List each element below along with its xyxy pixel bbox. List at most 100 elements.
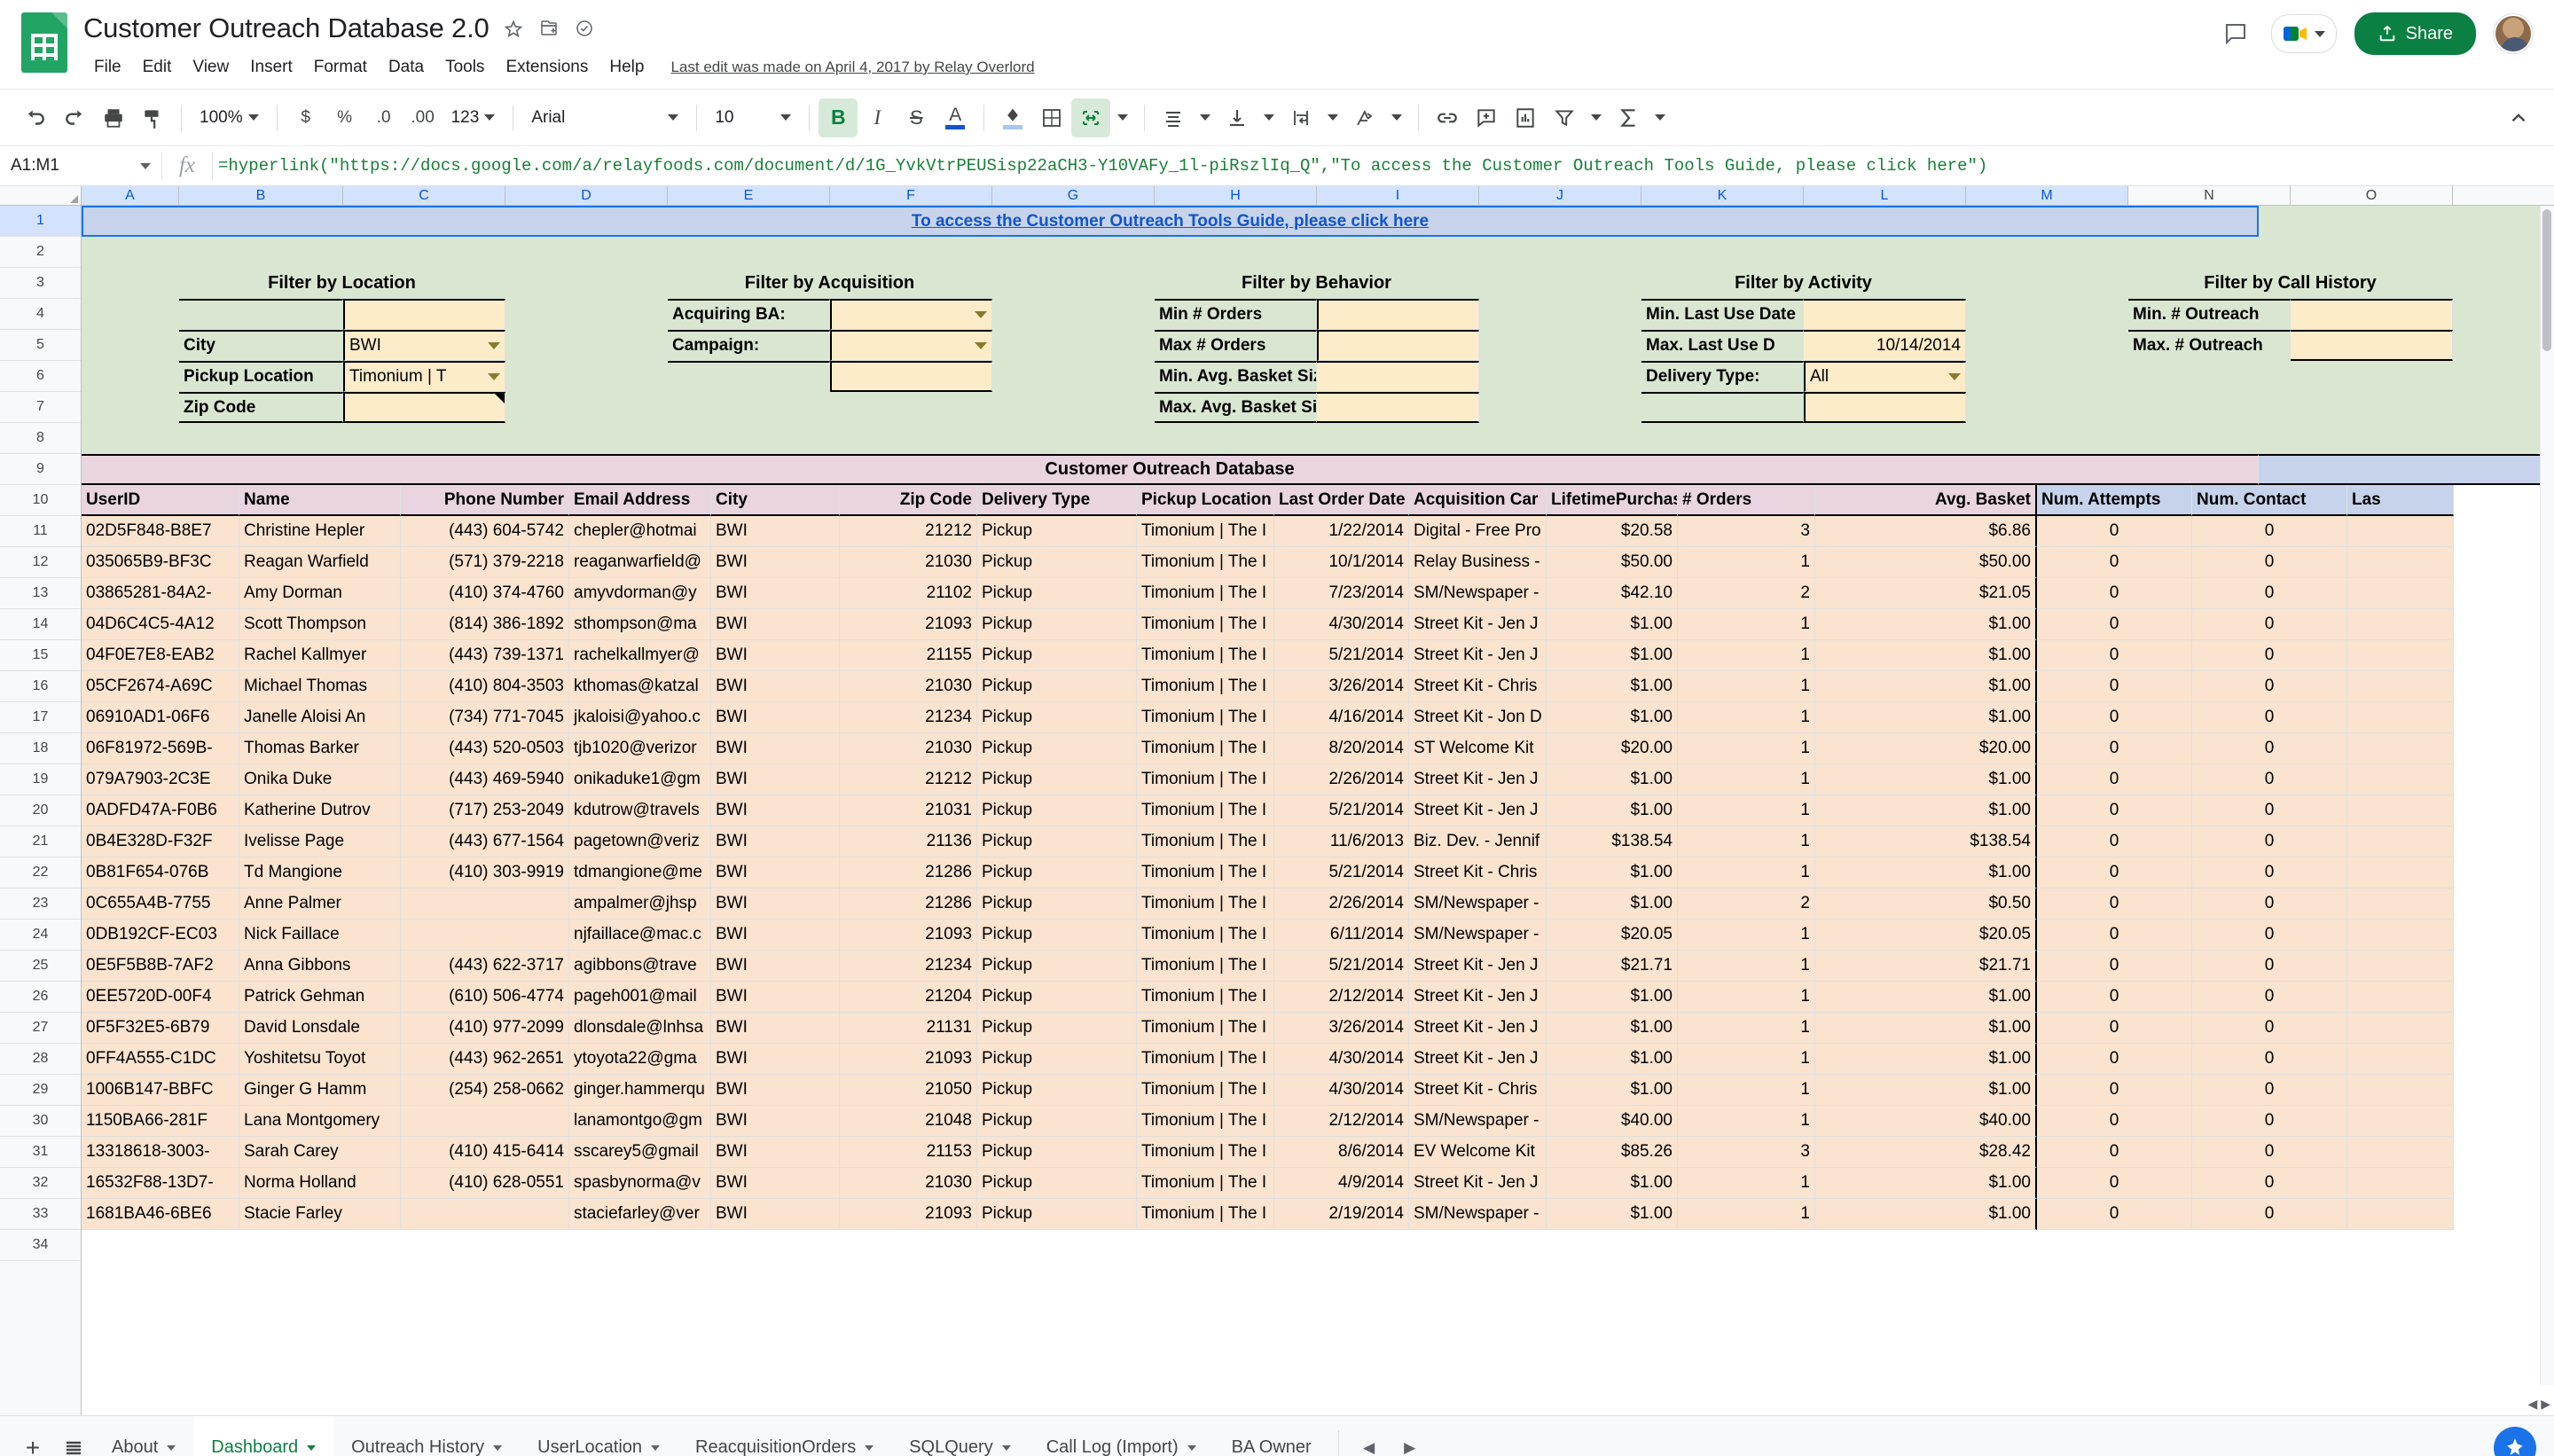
row-header-13[interactable]: 13 xyxy=(0,578,81,609)
borders-icon[interactable] xyxy=(1032,98,1071,137)
cell-delivery-type[interactable]: Pickup xyxy=(977,702,1137,733)
name-box[interactable]: A1:M1 xyxy=(0,146,161,185)
cell-userid[interactable]: 05CF2674-A69C xyxy=(82,671,239,702)
cell-acquisition[interactable]: SM/Newspaper - xyxy=(1409,920,1547,951)
cell-last[interactable] xyxy=(2347,764,2454,795)
cell-avg-basket[interactable]: $1.00 xyxy=(1815,764,2037,795)
cell-email[interactable]: reaganwarfield@ xyxy=(569,547,711,578)
cell-orders[interactable]: 1 xyxy=(1678,982,1815,1013)
menu-view[interactable]: View xyxy=(182,53,239,82)
cell-D5[interactable] xyxy=(505,330,668,361)
cell-last-order-date[interactable]: 3/26/2014 xyxy=(1274,1013,1409,1044)
cell-delivery-type[interactable]: Pickup xyxy=(977,826,1137,857)
cell-name[interactable]: David Lonsdale xyxy=(239,1013,401,1044)
row-header-1[interactable]: 1 xyxy=(0,206,81,237)
cell-email[interactable]: sscarey5@gmail xyxy=(569,1137,711,1168)
th-zipcode[interactable]: Zip Code xyxy=(840,485,977,516)
cell-pickup-location[interactable]: Timonium | The I xyxy=(1137,1013,1274,1044)
table-row[interactable]: 0B4E328D-F32F Ivelisse Page (443) 677-1564… xyxy=(82,826,2554,857)
cell-lifetime[interactable]: $1.00 xyxy=(1547,982,1678,1013)
th-email[interactable]: Email Address xyxy=(569,485,711,516)
table-row[interactable]: 06F81972-569B- Thomas Barker (443) 520-050… xyxy=(82,733,2554,764)
font-family-selector[interactable]: Arial xyxy=(522,98,687,137)
table-row[interactable]: 1150BA66-281F Lana Montgomery lanamontgo@g… xyxy=(82,1106,2554,1137)
cell-num-contact[interactable]: 0 xyxy=(2192,671,2347,702)
name-box-chevron-down-icon[interactable] xyxy=(140,162,151,169)
cell-name[interactable]: Amy Dorman xyxy=(239,578,401,609)
cell-num-contact[interactable]: 0 xyxy=(2192,857,2347,888)
cell-avg-basket[interactable]: $20.05 xyxy=(1815,920,2037,951)
row-header-20[interactable]: 20 xyxy=(0,795,81,826)
cell-phone[interactable]: (254) 258-0662 xyxy=(401,1075,569,1106)
cell-phone[interactable]: (410) 303-9919 xyxy=(401,857,569,888)
cell-acquisition[interactable]: Street Kit - Jen J xyxy=(1409,640,1547,671)
cell-phone[interactable]: (443) 622-3717 xyxy=(401,951,569,982)
cell-avg-basket[interactable]: $1.00 xyxy=(1815,1168,2037,1199)
cell-userid[interactable]: 04D6C4C5-4A12 xyxy=(82,609,239,640)
functions-chevron-down-icon[interactable] xyxy=(1648,98,1673,137)
cell-last-order-date[interactable]: 10/1/2014 xyxy=(1274,547,1409,578)
cell-pickup-location[interactable]: Timonium | The I xyxy=(1137,609,1274,640)
scroll-right-icon[interactable]: ▶ xyxy=(2541,1397,2550,1412)
cell-userid[interactable]: 06F81972-569B- xyxy=(82,733,239,764)
cell-last-order-date[interactable]: 8/6/2014 xyxy=(1274,1137,1409,1168)
th-last-order-date[interactable]: Last Order Date xyxy=(1274,485,1409,516)
cell-email[interactable]: sthompson@ma xyxy=(569,609,711,640)
cell-num-attempts[interactable]: 0 xyxy=(2037,640,2192,671)
cell-email[interactable]: njfaillace@mac.c xyxy=(569,920,711,951)
cell-avg-basket[interactable]: $1.00 xyxy=(1815,1199,2037,1230)
cell-acquisition[interactable]: Street Kit - Chris xyxy=(1409,671,1547,702)
cell-num-attempts[interactable]: 0 xyxy=(2037,1044,2192,1075)
cell-last-order-date[interactable]: 3/26/2014 xyxy=(1274,671,1409,702)
cell-city[interactable]: BWI xyxy=(711,888,840,920)
cloud-saved-icon[interactable] xyxy=(573,17,596,40)
table-row[interactable]: 0C655A4B-7755 Anne Palmer ampalmer@jhsp BWI… xyxy=(82,888,2554,920)
cell-phone[interactable]: (443) 604-5742 xyxy=(401,516,569,547)
cell-orders[interactable]: 1 xyxy=(1678,733,1815,764)
text-color-button[interactable]: A xyxy=(936,98,975,137)
print-icon[interactable] xyxy=(94,98,133,137)
cell-acquisition[interactable]: Relay Business - xyxy=(1409,547,1547,578)
row-header-24[interactable]: 24 xyxy=(0,920,81,951)
cell-name[interactable]: Christine Hepler xyxy=(239,516,401,547)
cell-email[interactable]: chepler@hotmai xyxy=(569,516,711,547)
document-title[interactable]: Customer Outreach Database 2.0 xyxy=(83,12,490,44)
cell-num-contact[interactable]: 0 xyxy=(2192,951,2347,982)
vertical-scrollbar-thumb[interactable] xyxy=(2542,209,2551,351)
cell-acquisition[interactable]: Digital - Free Pro xyxy=(1409,516,1547,547)
cell-email[interactable]: dlonsdale@lnhsa xyxy=(569,1013,711,1044)
cell-phone[interactable]: (443) 520-0503 xyxy=(401,733,569,764)
cell-pickup-location[interactable]: Timonium | The I xyxy=(1137,516,1274,547)
cell-city[interactable]: BWI xyxy=(711,982,840,1013)
cell-last-order-date[interactable]: 4/9/2014 xyxy=(1274,1168,1409,1199)
table-row[interactable]: 05CF2674-A69C Michael Thomas (410) 804-350… xyxy=(82,671,2554,702)
cell-acquisition[interactable]: ST Welcome Kit xyxy=(1409,733,1547,764)
cell-city[interactable]: BWI xyxy=(711,1044,840,1075)
cell-orders[interactable]: 1 xyxy=(1678,547,1815,578)
cell-name[interactable]: Rachel Kallmyer xyxy=(239,640,401,671)
cell-delivery-type[interactable]: Pickup xyxy=(977,1013,1137,1044)
cell-zip[interactable]: 21093 xyxy=(840,1199,977,1230)
cell-J4[interactable] xyxy=(1479,299,1641,330)
cell-name[interactable]: Reagan Warfield xyxy=(239,547,401,578)
row-header-18[interactable]: 18 xyxy=(0,733,81,764)
column-header-E[interactable]: E xyxy=(668,186,830,205)
cell-avg-basket[interactable]: $1.00 xyxy=(1815,1075,2037,1106)
cell-delivery-type[interactable]: Pickup xyxy=(977,951,1137,982)
cell-pickup-location[interactable]: Timonium | The I xyxy=(1137,1168,1274,1199)
cell-pickup-location[interactable]: Timonium | The I xyxy=(1137,733,1274,764)
cell-pickup-location[interactable]: Timonium | The I xyxy=(1137,857,1274,888)
cell-zip[interactable]: 21286 xyxy=(840,857,977,888)
cell-last[interactable] xyxy=(2347,1168,2454,1199)
cell-pickup-location[interactable]: Timonium | The I xyxy=(1137,702,1274,733)
row-header-23[interactable]: 23 xyxy=(0,888,81,920)
cell-phone[interactable]: (443) 469-5940 xyxy=(401,764,569,795)
cell-zip[interactable]: 21136 xyxy=(840,826,977,857)
cell-acquisition[interactable]: SM/Newspaper - xyxy=(1409,578,1547,609)
cell-zip[interactable]: 21155 xyxy=(840,640,977,671)
cell-city[interactable]: BWI xyxy=(711,1106,840,1137)
sheet-tab-outreach-history[interactable]: Outreach History xyxy=(333,1416,520,1456)
th-last-partial[interactable]: Las xyxy=(2347,485,2454,516)
cell-zip[interactable]: 21153 xyxy=(840,1137,977,1168)
cell-M7[interactable] xyxy=(1966,392,2128,423)
